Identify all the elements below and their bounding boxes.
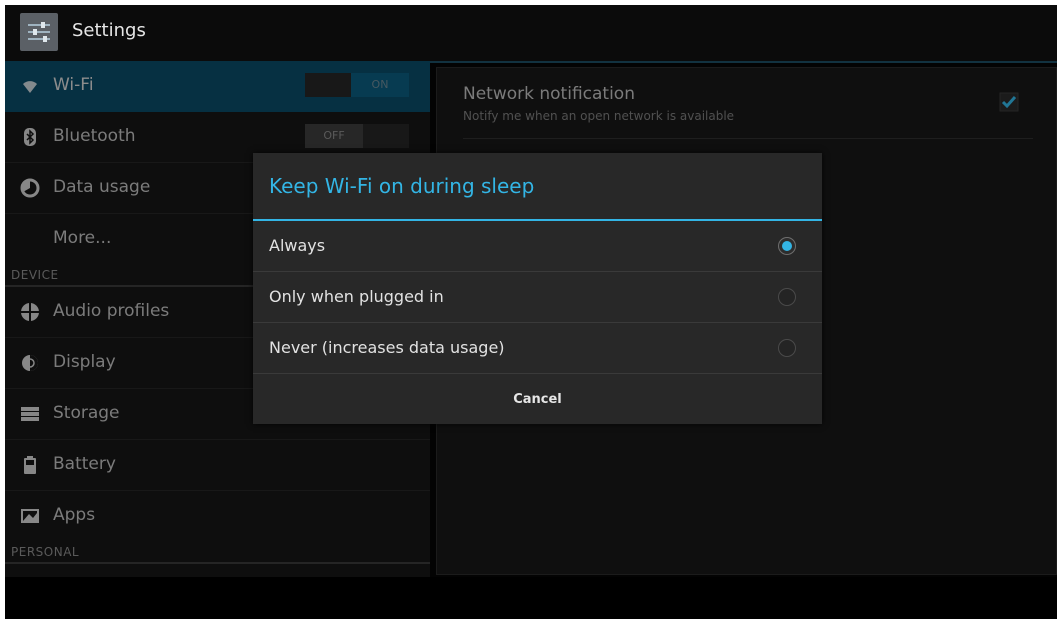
option-label: Only when plugged in bbox=[269, 287, 444, 306]
option-always[interactable]: Always bbox=[253, 221, 822, 272]
app-title: Settings bbox=[72, 20, 146, 41]
option-never[interactable]: Never (increases data usage) bbox=[253, 323, 822, 374]
radio-selected-icon[interactable] bbox=[778, 237, 796, 255]
settings-app-icon[interactable] bbox=[20, 13, 58, 51]
dialog-title: Keep Wi-Fi on during sleep bbox=[269, 174, 535, 198]
radio-unselected-icon[interactable] bbox=[778, 288, 796, 306]
system-bar bbox=[5, 577, 1057, 619]
cancel-button[interactable]: Cancel bbox=[253, 375, 822, 424]
option-only-when-plugged-in[interactable]: Only when plugged in bbox=[253, 272, 822, 323]
keep-wifi-on-dialog: Keep Wi-Fi on during sleep Always Only w… bbox=[253, 153, 822, 424]
option-label: Never (increases data usage) bbox=[269, 338, 505, 357]
option-label: Always bbox=[269, 236, 326, 255]
screen: Settings Wi-Fi ON Bluetooth OFF Data usa… bbox=[5, 5, 1057, 619]
radio-unselected-icon[interactable] bbox=[778, 339, 796, 357]
action-bar: Settings bbox=[5, 5, 1057, 63]
